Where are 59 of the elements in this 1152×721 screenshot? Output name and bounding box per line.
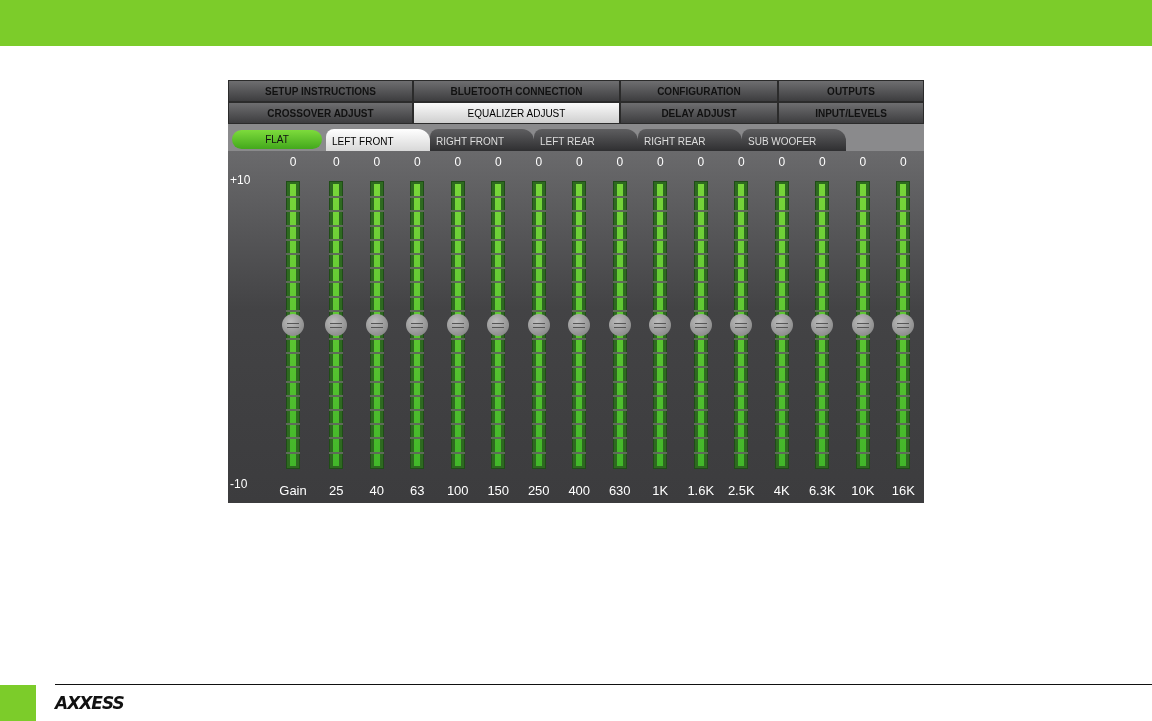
page-marker <box>0 685 36 721</box>
slider-thumb[interactable] <box>365 314 388 336</box>
band-frequency-label: 150 <box>487 483 510 498</box>
channel-tab[interactable]: LEFT REAR <box>534 129 638 151</box>
band-value: 0 <box>494 155 502 171</box>
band-frequency-label: 10K <box>851 483 875 498</box>
menu-tab[interactable]: EQUALIZER ADJUST <box>413 102 620 124</box>
band-frequency-label: 2.5K <box>727 483 755 498</box>
slider-thumb[interactable] <box>282 314 304 336</box>
band-value: 0 <box>535 155 543 171</box>
band-value: 0 <box>859 155 867 171</box>
band-frequency-label: 1K <box>652 483 669 498</box>
flat-button[interactable]: FLAT <box>232 130 322 149</box>
band-value: 0 <box>656 155 664 171</box>
slider-thumb[interactable] <box>487 314 510 336</box>
band-value: 0 <box>289 155 297 171</box>
slider-thumb[interactable] <box>325 314 348 336</box>
slider-thumb[interactable] <box>406 314 429 336</box>
slider-thumb[interactable] <box>851 314 874 336</box>
band-frequency-label: 25 <box>329 483 344 498</box>
band-frequency-label: 100 <box>446 483 469 498</box>
scale-min-label: -10 <box>230 477 248 491</box>
band-value: 0 <box>737 155 745 171</box>
band-value: 0 <box>899 155 907 171</box>
band-value: 0 <box>413 155 421 171</box>
slider-thumb[interactable] <box>446 314 469 336</box>
band-value: 0 <box>778 155 786 171</box>
band-frequency-label: 630 <box>608 483 631 498</box>
band-value: 0 <box>454 155 462 171</box>
slider-thumb[interactable] <box>527 314 550 336</box>
scale-max-label: +10 <box>230 173 251 187</box>
slider-thumb[interactable] <box>649 314 672 336</box>
band-value: 0 <box>373 155 381 171</box>
band-frequency-label: 6.3K <box>808 483 836 498</box>
band-value: 0 <box>332 155 340 171</box>
channel-tab[interactable]: RIGHT REAR <box>638 129 742 151</box>
slider-thumb[interactable] <box>730 314 753 336</box>
slider-thumb[interactable] <box>892 314 915 336</box>
band-value: 0 <box>818 155 826 171</box>
channel-tab[interactable]: RIGHT FRONT <box>430 129 534 151</box>
band-frequency-label: 16K <box>891 483 915 498</box>
band-frequency-label: 40 <box>369 483 384 498</box>
brand-logo: AXXESS <box>55 693 124 713</box>
band-frequency-label: Gain <box>279 483 307 498</box>
band-frequency-label: 250 <box>527 483 550 498</box>
band-value: 0 <box>616 155 624 171</box>
channel-tab[interactable]: SUB WOOFER <box>742 129 846 151</box>
band-value: 0 <box>697 155 705 171</box>
band-frequency-label: 4K <box>773 483 790 498</box>
slider-thumb[interactable] <box>568 314 591 336</box>
channel-tab[interactable]: LEFT FRONT <box>326 129 430 151</box>
band-frequency-label: 400 <box>568 483 591 498</box>
slider-thumb[interactable] <box>608 314 631 336</box>
band-frequency-label: 63 <box>410 483 425 498</box>
band-frequency-label: 1.6K <box>687 483 715 498</box>
band-value: 0 <box>575 155 583 171</box>
slider-thumb[interactable] <box>689 314 712 336</box>
slider-thumb[interactable] <box>811 314 834 336</box>
slider-thumb[interactable] <box>770 314 793 336</box>
